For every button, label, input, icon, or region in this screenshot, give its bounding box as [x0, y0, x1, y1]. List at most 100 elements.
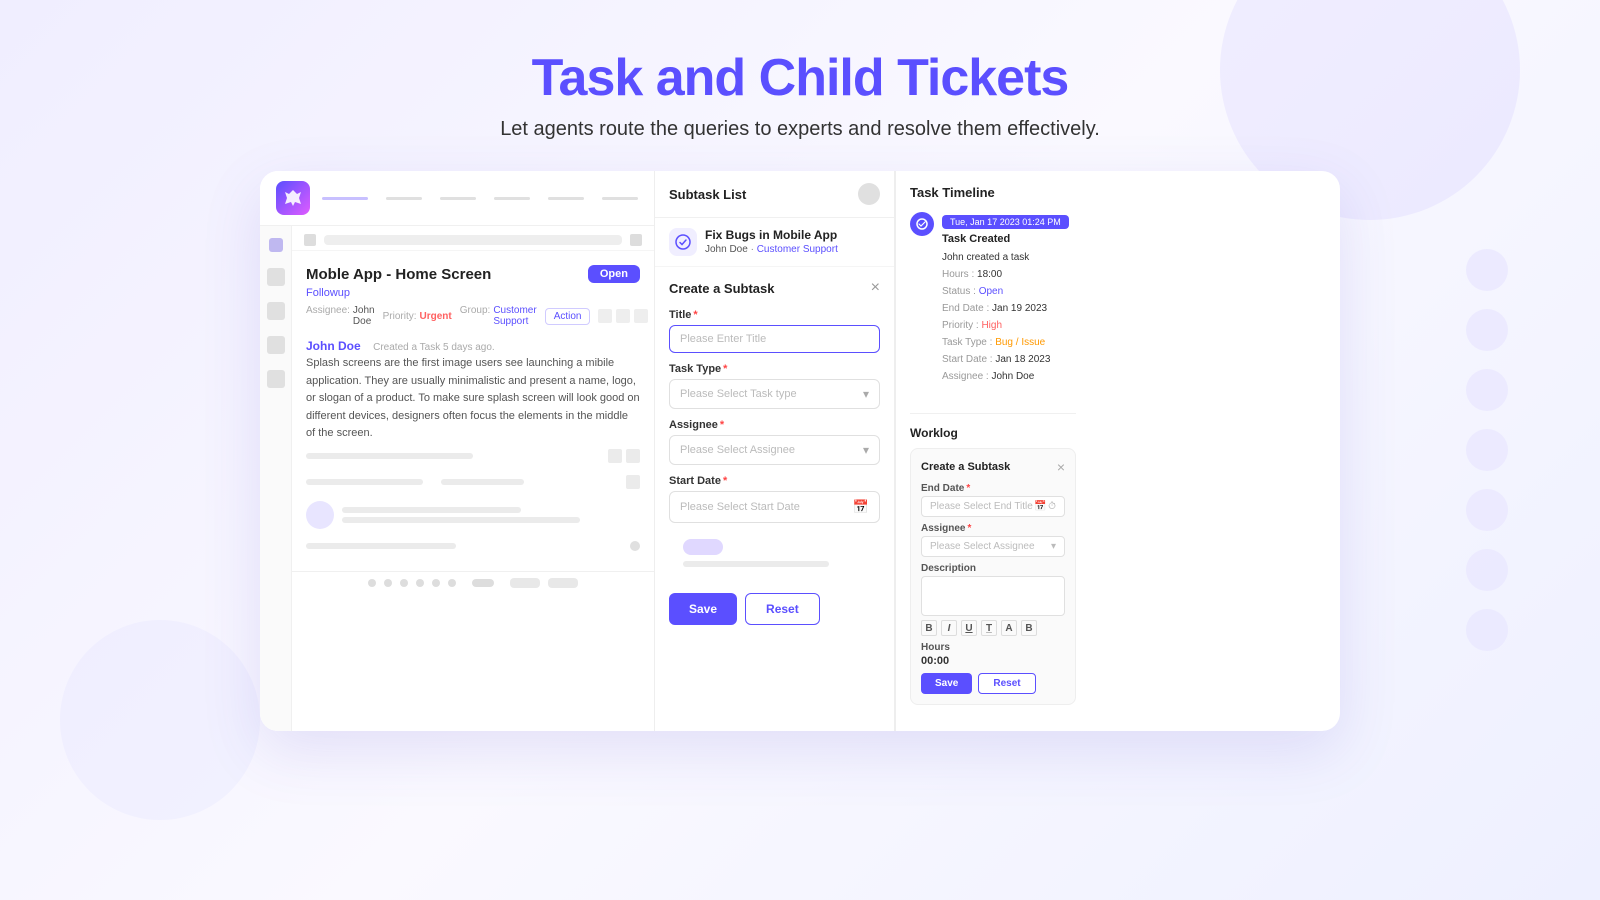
- form-save-button[interactable]: Save: [669, 593, 737, 625]
- sidebar-icon-1[interactable]: [269, 238, 283, 252]
- timeline-date-badge: Tue, Jan 17 2023 01:24 PM: [942, 215, 1069, 229]
- worklog-buttons: Save Reset: [921, 673, 1065, 694]
- worklog-color-btn[interactable]: A: [1001, 620, 1017, 636]
- ticket-icons: [598, 309, 648, 323]
- start-date-input[interactable]: Please Select Start Date 📅: [669, 491, 880, 523]
- comment-author: John Doe: [306, 339, 361, 353]
- worklog-hours-field: Hours 00:00: [921, 642, 1065, 667]
- task-type-label: Task Type *: [669, 363, 880, 375]
- priority-value: Urgent: [420, 311, 452, 322]
- form-close-button[interactable]: ×: [871, 279, 880, 297]
- worklog-text-btn[interactable]: T̲: [981, 620, 997, 636]
- ticket-icon-2[interactable]: [616, 309, 630, 323]
- left-panel: ▾: [260, 171, 655, 731]
- bg-circle-2: [60, 620, 260, 820]
- main-ticket-card[interactable]: Moble App - Home Screen Open Followup As…: [292, 251, 654, 571]
- nav-items: [322, 197, 692, 200]
- worklog-underline-btn[interactable]: U: [961, 620, 977, 636]
- subtask-sub: John Doe · Customer Support: [705, 244, 880, 255]
- form-title: Create a Subtask: [669, 281, 775, 296]
- assignee-meta: Assignee: John Doe: [306, 305, 375, 327]
- worklog-close-button[interactable]: ×: [1057, 459, 1065, 475]
- ticket-status-badge: Open: [588, 265, 640, 283]
- task-type-select[interactable]: Please Select Task type ▾: [669, 379, 880, 409]
- title-field: Title * Please Enter Title: [669, 309, 880, 353]
- side-circle-5: [1466, 489, 1508, 531]
- nav-item-5[interactable]: [548, 197, 584, 200]
- assignee-value: John Doe: [353, 305, 375, 327]
- subtask-list-title: Subtask List: [669, 187, 746, 202]
- worklog-italic-btn[interactable]: I: [941, 620, 957, 636]
- middle-panel: Subtask List Fix Bugs in Mobile App John: [655, 171, 895, 731]
- create-subtask-form: Create a Subtask × Title * Please Enter …: [655, 267, 894, 731]
- worklog-header: Create a Subtask ×: [921, 459, 1065, 475]
- form-header: Create a Subtask ×: [669, 279, 880, 297]
- timeline-dot-col: [910, 212, 934, 385]
- nav-item-1[interactable]: [322, 197, 368, 200]
- priority-meta: Priority: Urgent: [383, 311, 452, 322]
- timeline-event: Task Created: [942, 233, 1076, 245]
- nav-logo[interactable]: [276, 181, 310, 215]
- sidebar-icon-3[interactable]: [267, 302, 285, 320]
- assignee-field: Assignee * Please Select Assignee ▾: [669, 419, 880, 465]
- start-date-label: Start Date *: [669, 475, 880, 487]
- header-section: Task and Child Tickets Let agents route …: [500, 0, 1100, 161]
- worklog-bg-btn[interactable]: B: [1021, 620, 1037, 636]
- nav-item-4[interactable]: [494, 197, 530, 200]
- worklog-end-date-label: End Date *: [921, 483, 1065, 494]
- comment-header: John Doe Created a Task 5 days ago.: [306, 337, 640, 355]
- worklog-calendar-icon: 📅: [1034, 501, 1046, 512]
- ticket-icon-1[interactable]: [598, 309, 612, 323]
- timeline-item: Tue, Jan 17 2023 01:24 PM Task Created J…: [910, 212, 1076, 385]
- sidebar-icon-5[interactable]: [267, 370, 285, 388]
- ticket-header-icon: [304, 234, 316, 246]
- worklog-hours-value: 00:00: [921, 655, 1065, 667]
- worklog-card: Create a Subtask × End Date * Please Sel…: [910, 448, 1076, 705]
- worklog-hours-label: Hours: [921, 642, 1065, 653]
- sidebar-icon-2[interactable]: [267, 268, 285, 286]
- left-body: Moble App - Home Screen Open Followup As…: [260, 226, 654, 731]
- nav-item-2[interactable]: [386, 197, 422, 200]
- action-button[interactable]: Action: [545, 308, 591, 325]
- comment-text: Splash screens are the first image users…: [306, 355, 640, 443]
- ticket-header-action[interactable]: [630, 234, 642, 246]
- right-panel: Task Timeline Tue, Jan 17 2023 01:24 PM …: [895, 171, 1090, 731]
- skeleton-row-4: [306, 535, 640, 557]
- assignee-dropdown-icon: ▾: [863, 443, 869, 457]
- side-avatars: [1466, 249, 1508, 651]
- task-type-dropdown-icon: ▾: [863, 387, 869, 401]
- ticket-list[interactable]: Moble App - Home Screen Open Followup As…: [292, 226, 654, 731]
- worklog-assignee-label: Assignee *: [921, 523, 1065, 534]
- assignee-select[interactable]: Please Select Assignee ▾: [669, 435, 880, 465]
- worklog-assignee-field: Assignee * Please Select Assignee ▾: [921, 523, 1065, 557]
- worklog-save-button[interactable]: Save: [921, 673, 972, 694]
- worklog-description-input[interactable]: [921, 576, 1065, 616]
- worklog-description-label: Description: [921, 563, 1065, 574]
- subtask-item[interactable]: Fix Bugs in Mobile App John Doe · Custom…: [655, 218, 894, 267]
- side-circle-2: [1466, 309, 1508, 351]
- form-reset-button[interactable]: Reset: [745, 593, 820, 625]
- subtask-title: Fix Bugs in Mobile App: [705, 228, 880, 242]
- ticket-search-bar[interactable]: [324, 235, 622, 245]
- page-subtitle: Let agents route the queries to experts …: [500, 118, 1100, 141]
- worklog-assignee-select[interactable]: Please Select Assignee ▾: [921, 536, 1065, 557]
- side-circle-3: [1466, 369, 1508, 411]
- worklog-reset-button[interactable]: Reset: [978, 673, 1035, 694]
- timeline-detail: John created a task Hours : 18:00 Status…: [942, 249, 1076, 385]
- group-meta: Group: Customer Support: [460, 305, 537, 327]
- worklog-card-title: Create a Subtask: [921, 461, 1010, 473]
- worklog-bold-btn[interactable]: B: [921, 620, 937, 636]
- nav-item-6[interactable]: [602, 197, 638, 200]
- ticket-meta: Assignee: John Doe Priority: Urgent Grou…: [306, 305, 640, 327]
- ticket-icon-3[interactable]: [634, 309, 648, 323]
- worklog-assignee-dropdown-icon: ▾: [1051, 541, 1056, 552]
- skeleton-row-1: [306, 443, 640, 469]
- worklog-description-field: Description B I U T̲ A B: [921, 563, 1065, 636]
- sidebar-icon-4[interactable]: [267, 336, 285, 354]
- nav-item-3[interactable]: [440, 197, 476, 200]
- worklog-end-date-input[interactable]: Please Select End Title 📅 ⏱: [921, 496, 1065, 517]
- title-input[interactable]: Please Enter Title: [669, 325, 880, 353]
- worklog-text-toolbar: B I U T̲ A B: [921, 620, 1065, 636]
- timeline-title: Task Timeline: [910, 185, 1076, 200]
- skeleton-row-3: [306, 495, 640, 535]
